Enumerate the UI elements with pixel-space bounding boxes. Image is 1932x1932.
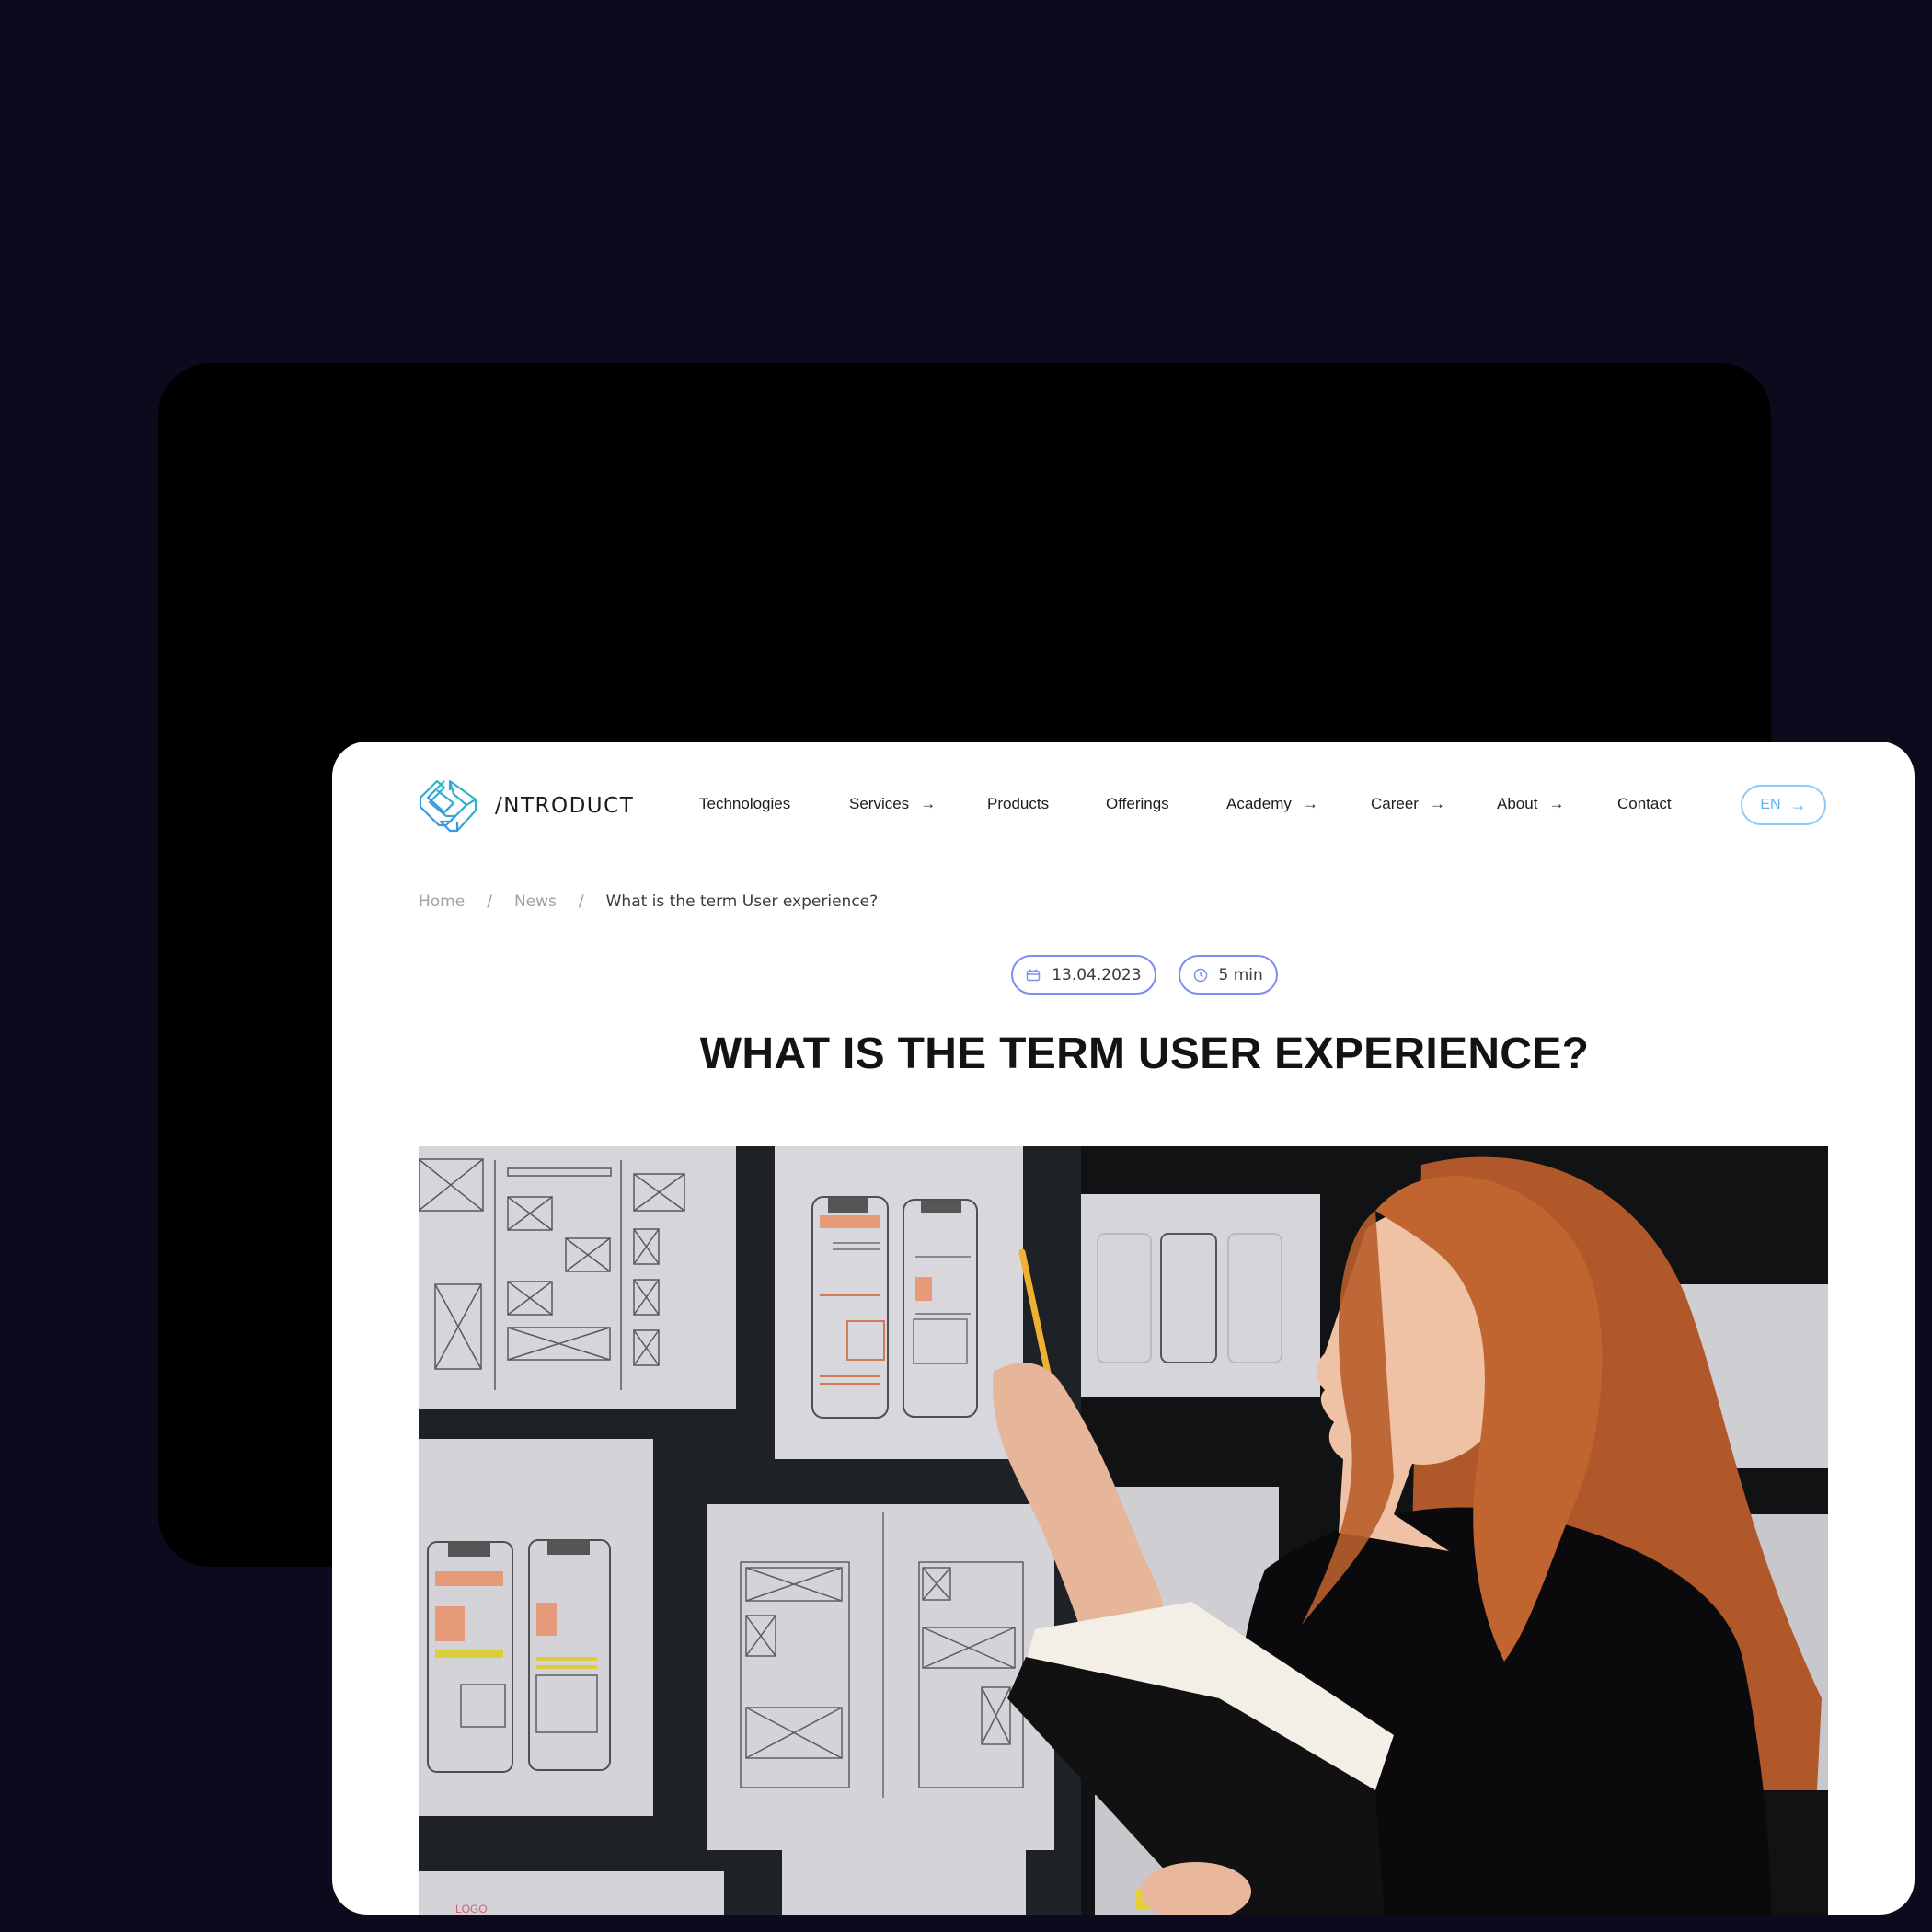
nav-label: Technologies bbox=[699, 795, 791, 812]
nav-label: Contact bbox=[1617, 795, 1672, 812]
breadcrumb-home[interactable]: Home bbox=[419, 892, 465, 911]
nav-item-services[interactable]: Services → bbox=[849, 795, 936, 813]
article-title: WHAT IS THE TERM USER EXPERIENCE? bbox=[699, 1029, 1590, 1078]
article-date: 13.04.2023 bbox=[1052, 965, 1142, 984]
brand-logo[interactable]: /NTRODUCT bbox=[417, 777, 634, 834]
arrow-right-icon: → bbox=[1548, 795, 1565, 812]
nav-item-products[interactable]: Products bbox=[987, 795, 1049, 813]
wireframe-sheet bbox=[419, 1439, 653, 1816]
read-time: 5 min bbox=[1218, 965, 1263, 984]
nav-label: Services bbox=[849, 795, 910, 812]
nav-item-academy[interactable]: Academy → bbox=[1226, 795, 1318, 813]
language-button[interactable]: EN → bbox=[1741, 785, 1826, 825]
arrow-right-icon: → bbox=[1789, 795, 1807, 814]
breadcrumb: Home / News / What is the term User expe… bbox=[419, 892, 878, 911]
wireframe-sheet bbox=[1081, 1194, 1320, 1397]
nav-item-technologies[interactable]: Technologies bbox=[699, 795, 790, 813]
nav-item-contact[interactable]: Contact bbox=[1617, 795, 1672, 813]
sketch-label: LOGO bbox=[455, 1903, 488, 1915]
breadcrumb-news[interactable]: News bbox=[514, 892, 557, 911]
brand-name: /NTRODUCT bbox=[495, 794, 635, 818]
nav-label: About bbox=[1497, 795, 1538, 812]
browser-viewport: /NTRODUCT Technologies Services → Produc… bbox=[332, 742, 1915, 1915]
nav-label: Career bbox=[1371, 795, 1419, 812]
article-meta: 13.04.2023 5 min bbox=[332, 955, 1915, 995]
nav-label: Products bbox=[987, 795, 1050, 812]
wireframe-sheet bbox=[775, 1146, 1023, 1459]
arrow-right-icon: → bbox=[1429, 795, 1445, 812]
hexagon-loop-logo-icon bbox=[417, 777, 479, 834]
date-badge: 13.04.2023 bbox=[1011, 955, 1156, 995]
clock-icon bbox=[1193, 968, 1208, 983]
nav-label: Academy bbox=[1226, 795, 1292, 812]
calendar-icon bbox=[1026, 968, 1041, 983]
nav-item-about[interactable]: About → bbox=[1497, 795, 1564, 813]
hero-image: LOGO bbox=[419, 1146, 1828, 1915]
arrow-right-icon: → bbox=[1302, 795, 1318, 812]
wireframe-sheet bbox=[782, 1798, 1026, 1915]
wireframe-sheet bbox=[419, 1146, 736, 1409]
nav-item-offerings[interactable]: Offerings bbox=[1106, 795, 1169, 813]
nav-item-career[interactable]: Career → bbox=[1371, 795, 1445, 813]
arrow-right-icon: → bbox=[920, 795, 937, 812]
language-label: EN bbox=[1760, 797, 1781, 812]
device-frame: /NTRODUCT Technologies Services → Produc… bbox=[158, 363, 1915, 1915]
breadcrumb-separator: / bbox=[578, 892, 584, 911]
nav-label: Offerings bbox=[1106, 795, 1169, 812]
read-time-badge: 5 min bbox=[1178, 955, 1278, 995]
breadcrumb-separator: / bbox=[487, 892, 492, 911]
breadcrumb-current: What is the term User experience? bbox=[605, 892, 879, 911]
